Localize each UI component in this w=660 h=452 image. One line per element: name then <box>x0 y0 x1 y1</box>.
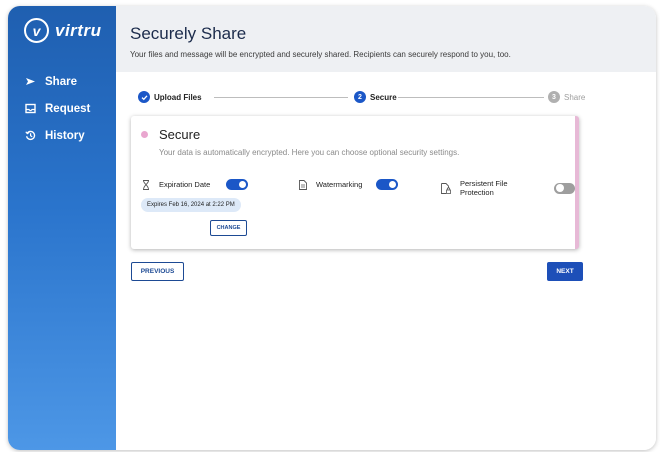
logo-mark: v <box>24 18 49 43</box>
step-connector <box>398 97 544 98</box>
step-connector <box>214 97 348 98</box>
step-label: Secure <box>370 92 397 102</box>
card-title: Secure <box>159 127 201 142</box>
file-lock-icon <box>441 182 451 194</box>
secure-card: Secure Your data is automatically encryp… <box>131 116 579 249</box>
step-label: Upload Files <box>154 92 202 102</box>
sidebar-nav: Share Request History <box>22 68 90 149</box>
option-label: Watermarking <box>316 180 363 189</box>
sidebar-item-label: Request <box>45 102 91 115</box>
expiration-date-toggle[interactable] <box>226 179 249 190</box>
sidebar-item-history[interactable]: History <box>22 122 90 149</box>
step-share[interactable]: 3 Share <box>548 91 585 103</box>
option-expiration-date: Expiration Date <box>142 179 249 190</box>
sidebar: v virtru Share Request History <box>8 6 116 450</box>
inbox-icon <box>22 103 38 114</box>
status-dot <box>141 131 148 138</box>
option-label: Persistent File Protection <box>460 179 508 197</box>
sidebar-item-label: History <box>45 129 85 142</box>
stepper: Upload Files 2 Secure 3 Share <box>138 91 585 105</box>
main-content: Securely Share Your files and message wi… <box>116 6 656 450</box>
step-number: 3 <box>548 91 560 103</box>
send-icon <box>22 76 38 87</box>
option-label: Expiration Date <box>159 180 211 189</box>
page-subtitle: Your files and message will be encrypted… <box>130 50 511 59</box>
sidebar-item-request[interactable]: Request <box>22 95 90 122</box>
logo-text: virtru <box>55 20 102 40</box>
previous-button[interactable]: PREVIOUS <box>131 262 184 281</box>
app-window: v virtru Share Request History Securely … <box>8 6 656 450</box>
page-title: Securely Share <box>130 24 247 43</box>
step-label: Share <box>564 92 586 102</box>
history-icon <box>22 130 38 141</box>
option-watermarking: Watermarking <box>299 179 399 190</box>
step-secure[interactable]: 2 Secure <box>354 91 397 103</box>
next-button[interactable]: NEXT <box>547 262 583 281</box>
sidebar-item-label: Share <box>45 75 77 88</box>
sidebar-item-share[interactable]: Share <box>22 68 90 95</box>
card-description: Your data is automatically encrypted. He… <box>159 148 460 157</box>
hourglass-icon <box>142 179 150 190</box>
logo: v virtru <box>24 18 101 43</box>
document-icon <box>299 179 307 190</box>
change-expiration-button[interactable]: CHANGE <box>210 220 247 236</box>
persistent-file-protection-toggle[interactable] <box>553 182 575 194</box>
step-number: 2 <box>354 91 366 103</box>
expiration-badge: Expires Feb 16, 2024 at 2:22 PM <box>141 198 241 212</box>
check-circle-icon <box>138 91 150 103</box>
step-upload-files[interactable]: Upload Files <box>138 91 202 103</box>
option-persistent-file-protection: Persistent File Protection <box>441 179 575 197</box>
card-header: Secure <box>141 127 200 142</box>
page-header: Securely Share Your files and message wi… <box>116 6 656 72</box>
watermarking-toggle[interactable] <box>376 179 399 190</box>
